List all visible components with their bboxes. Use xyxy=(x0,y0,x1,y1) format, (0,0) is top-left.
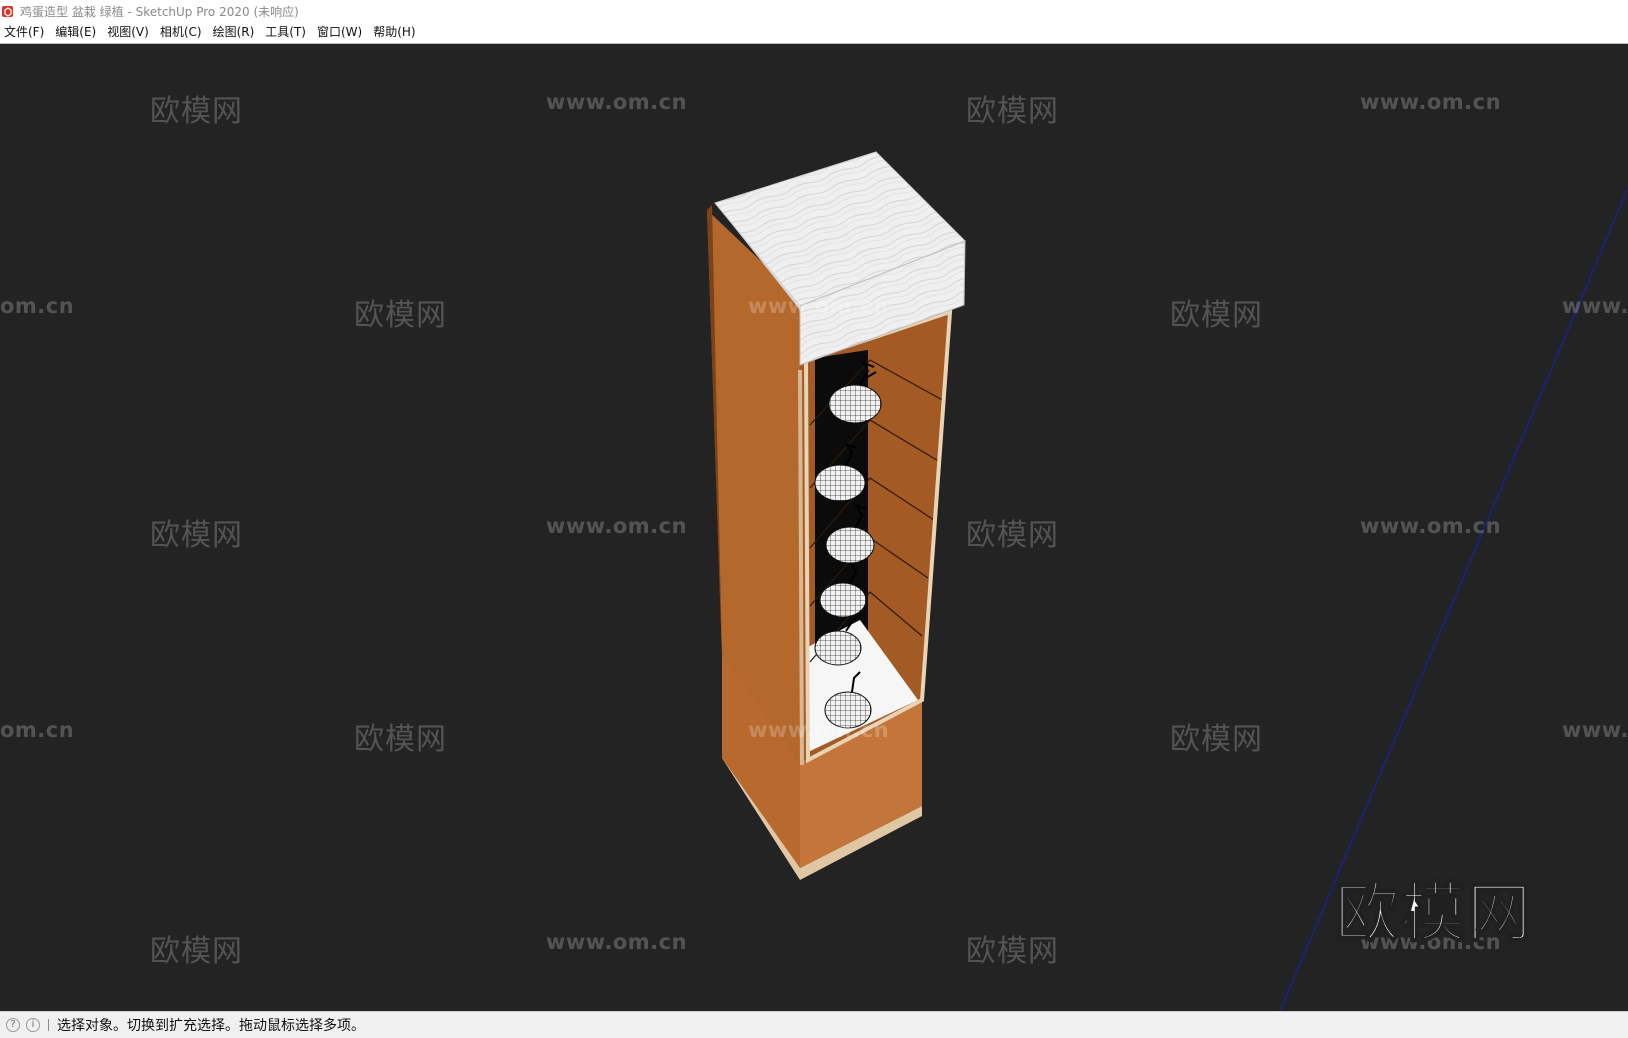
menu-file[interactable]: 文件(F) xyxy=(0,22,51,43)
model-viewport[interactable]: 欧模网 www.om.cn 欧模网 www.om.cn om.cn 欧模网 ww… xyxy=(0,44,1628,1011)
status-message: 选择对象。切换到扩充选择。拖动鼠标选择多项。 xyxy=(57,1018,365,1034)
egg-planter-5 xyxy=(814,630,862,666)
menu-camera[interactable]: 相机(C) xyxy=(156,22,209,43)
egg-planter-4 xyxy=(819,582,867,618)
blue-axis-line xyxy=(1279,187,1628,1011)
menu-bar: 文件(F) 编辑(E) 视图(V) 相机(C) 绘图(R) 工具(T) 窗口(W… xyxy=(0,22,1628,44)
menu-help[interactable]: 帮助(H) xyxy=(369,22,422,43)
cabinet-left-panel xyxy=(707,210,800,765)
status-bar: ? i 选择对象。切换到扩充选择。拖动鼠标选择多项。 xyxy=(0,1011,1628,1038)
menu-window[interactable]: 窗口(W) xyxy=(313,22,369,43)
menu-tools[interactable]: 工具(T) xyxy=(261,22,313,43)
geolocation-icon[interactable]: ? xyxy=(6,1018,20,1032)
menu-edit[interactable]: 编辑(E) xyxy=(51,22,103,43)
egg-planter-1 xyxy=(828,384,882,424)
egg-planter-6 xyxy=(824,691,872,729)
scene-canvas xyxy=(707,151,1628,1011)
title-bar: 鸡蛋造型 盆栽 绿植 - SketchUp Pro 2020 (未响应) xyxy=(0,0,1628,22)
status-separator xyxy=(48,1019,49,1031)
info-icon[interactable]: i xyxy=(26,1018,40,1032)
window-title: 鸡蛋造型 盆栽 绿植 - SketchUp Pro 2020 (未响应) xyxy=(20,4,299,19)
menu-draw[interactable]: 绘图(R) xyxy=(209,22,262,43)
sketchup-logo-icon xyxy=(2,5,13,17)
egg-planter-2 xyxy=(814,464,866,502)
egg-planter-3 xyxy=(825,526,875,564)
menu-view[interactable]: 视图(V) xyxy=(103,22,156,43)
